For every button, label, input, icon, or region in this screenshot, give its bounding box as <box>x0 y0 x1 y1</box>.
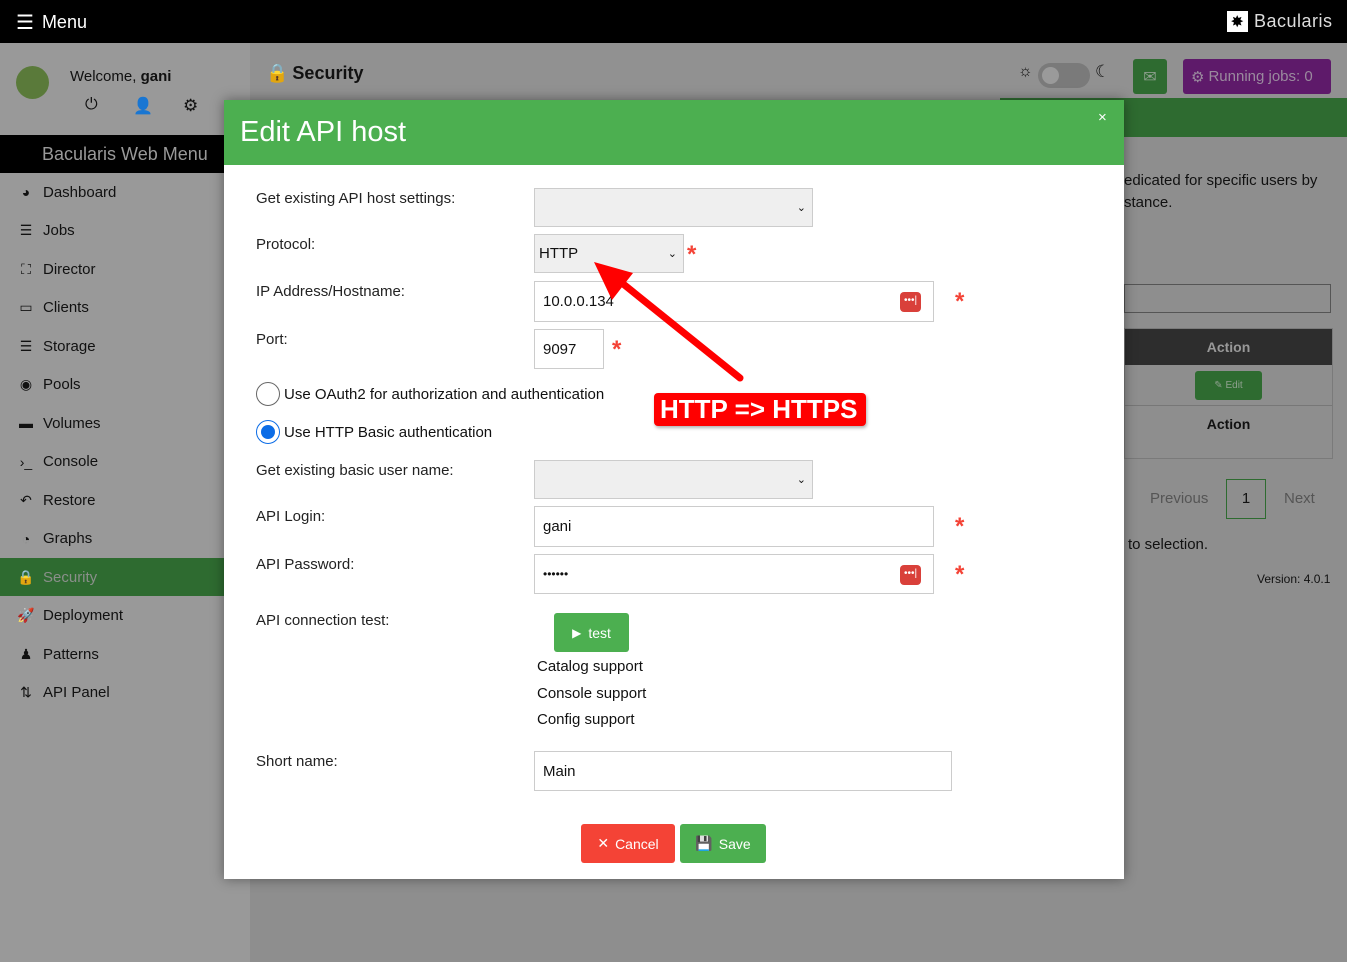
annotation-arrow <box>594 262 744 382</box>
annotation-label: HTTP => HTTPS <box>654 393 866 426</box>
